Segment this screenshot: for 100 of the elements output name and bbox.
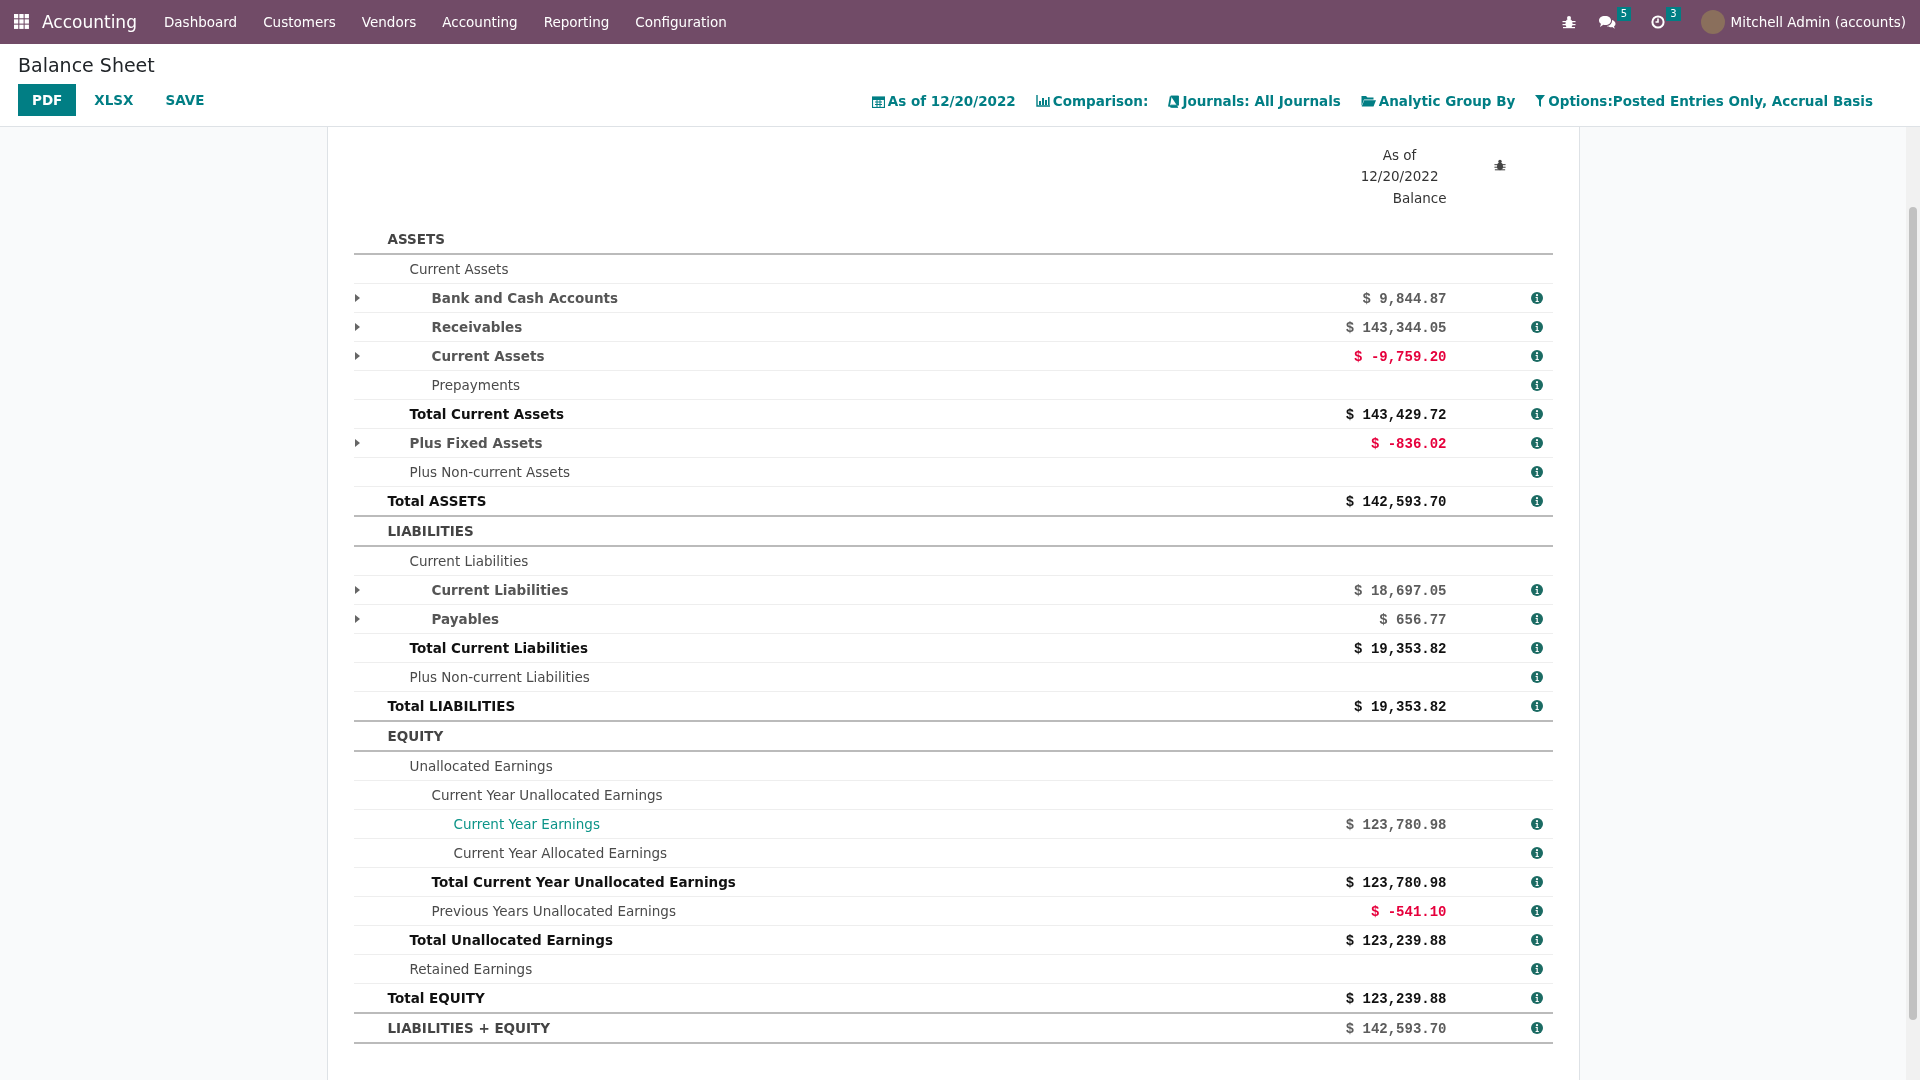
info-icon[interactable] <box>1530 408 1543 420</box>
menu-item[interactable]: Reporting <box>530 14 623 30</box>
info-icon[interactable] <box>1530 963 1543 975</box>
line-label: Current Year Allocated Earnings <box>453 845 668 861</box>
amount-cell: $ 656.77 <box>1379 611 1447 628</box>
message-count: 5 <box>1616 7 1632 21</box>
bar-chart-icon <box>1035 95 1050 107</box>
info-icon[interactable] <box>1530 613 1543 625</box>
activity-count: 3 <box>1666 7 1681 21</box>
info-icon[interactable] <box>1530 495 1543 507</box>
info-icon[interactable] <box>1530 671 1543 683</box>
calendar-icon <box>871 94 885 108</box>
menu-item[interactable]: Customers <box>250 14 349 30</box>
bug-icon[interactable] <box>1493 159 1506 171</box>
total-label: Total Current Assets <box>409 406 564 422</box>
chat-icon[interactable] <box>1597 15 1616 29</box>
info-icon[interactable] <box>1530 642 1543 654</box>
amount-cell: $ 123,780.98 <box>1345 816 1447 833</box>
account-label[interactable]: Current Liabilities <box>431 582 569 598</box>
expand-caret-icon[interactable] <box>355 615 360 623</box>
amount-cell: $ 123,239.88 <box>1345 990 1447 1007</box>
amount-cell: $ 18,697.05 <box>1354 582 1447 599</box>
account-label[interactable]: Receivables <box>431 319 523 335</box>
info-icon[interactable] <box>1530 992 1543 1004</box>
folder-icon <box>1360 95 1376 107</box>
account-label[interactable]: Current Assets <box>431 348 545 364</box>
amount-cell: $ -9,759.20 <box>1354 348 1447 365</box>
section-heading: EQUITY <box>387 728 444 744</box>
total-label: Total Current Year Unallocated Earnings <box>431 874 736 890</box>
pdf-button[interactable]: PDF <box>18 84 77 116</box>
bug-icon[interactable] <box>1561 15 1576 29</box>
group-label: Current Assets <box>409 261 509 277</box>
info-icon[interactable] <box>1530 292 1543 304</box>
filter-dropdown[interactable]: Comparison: <box>1052 93 1149 109</box>
info-icon[interactable] <box>1530 584 1543 596</box>
expand-caret-icon[interactable] <box>355 294 360 302</box>
info-icon[interactable] <box>1530 466 1543 478</box>
amount-cell: $ 143,344.05 <box>1345 319 1447 336</box>
total-label: Total EQUITY <box>387 990 485 1006</box>
amount-cell: $ 142,593.70 <box>1345 493 1447 510</box>
menu-item[interactable]: Dashboard <box>150 14 251 30</box>
export-button[interactable]: XLSX <box>80 84 148 116</box>
amount-cell: $ 123,239.88 <box>1345 932 1447 949</box>
amount-cell: $ 9,844.87 <box>1362 290 1447 307</box>
total-label: Total Unallocated Earnings <box>409 932 613 948</box>
clock-icon[interactable] <box>1651 15 1666 29</box>
line-label: Prepayments <box>431 377 521 393</box>
menu-item[interactable]: Vendors <box>348 14 430 30</box>
info-icon[interactable] <box>1530 818 1543 830</box>
total-label: Total LIABILITIES <box>387 698 516 714</box>
account-label[interactable]: Bank and Cash Accounts <box>431 290 619 306</box>
user-name[interactable]: Mitchell Admin (accounts) <box>1730 14 1906 30</box>
filter-dropdown[interactable]: As of 12/20/2022 <box>887 93 1016 109</box>
line-label: Previous Years Unallocated Earnings <box>431 903 676 919</box>
expand-caret-icon[interactable] <box>355 352 360 360</box>
app-name[interactable]: Accounting <box>42 12 137 32</box>
scrollbar[interactable] <box>1906 127 1920 1080</box>
apps-grid-icon[interactable] <box>14 14 30 30</box>
expand-caret-icon[interactable] <box>355 323 360 331</box>
info-icon[interactable] <box>1530 1022 1543 1034</box>
info-icon[interactable] <box>1530 379 1543 391</box>
line-link[interactable]: Current Year Earnings <box>453 816 600 832</box>
expand-caret-icon[interactable] <box>355 439 360 447</box>
menu-item[interactable]: Configuration <box>622 14 740 30</box>
info-icon[interactable] <box>1530 847 1543 859</box>
account-label[interactable]: Plus Fixed Assets <box>409 435 543 451</box>
column-date: As of <box>1382 146 1417 165</box>
group-label: Unallocated Earnings <box>409 758 553 774</box>
menu-item[interactable]: Accounting <box>429 14 531 30</box>
line-label: Plus Non-current Assets <box>409 464 570 480</box>
amount-cell: $ -541.10 <box>1370 903 1447 920</box>
expand-caret-icon[interactable] <box>355 586 360 594</box>
filter-dropdown[interactable]: Options:Posted Entries Only, Accrual Basis <box>1548 93 1873 109</box>
amount-cell: $ 142,593.70 <box>1345 1020 1447 1037</box>
export-button[interactable]: SAVE <box>151 84 219 116</box>
section-heading: LIABILITIES <box>387 523 474 539</box>
filter-icon <box>1535 95 1546 107</box>
group-label: Current Year Unallocated Earnings <box>431 787 663 803</box>
info-icon[interactable] <box>1530 700 1543 712</box>
total-label: Total Current Liabilities <box>409 640 588 656</box>
amount-cell: $ 123,780.98 <box>1345 874 1447 891</box>
filter-dropdown[interactable]: Analytic Group By <box>1378 93 1516 109</box>
info-icon[interactable] <box>1530 321 1543 333</box>
amount-cell: $ 143,429.72 <box>1345 406 1447 423</box>
info-icon[interactable] <box>1530 437 1543 449</box>
info-icon[interactable] <box>1530 905 1543 917</box>
info-icon[interactable] <box>1530 876 1543 888</box>
info-icon[interactable] <box>1530 934 1543 946</box>
page-title: Balance Sheet <box>18 54 156 76</box>
line-label: Retained Earnings <box>409 961 533 977</box>
account-label[interactable]: Payables <box>431 611 500 627</box>
column-heading: Balance <box>1392 189 1447 208</box>
amount-cell: $ -836.02 <box>1370 435 1447 452</box>
column-date: 12/20/2022 <box>1360 167 1439 186</box>
filter-dropdown[interactable]: Journals: All Journals <box>1182 93 1341 109</box>
info-icon[interactable] <box>1530 350 1543 362</box>
group-label: Current Liabilities <box>409 553 529 569</box>
amount-cell: $ 19,353.82 <box>1354 698 1447 715</box>
book-icon <box>1168 94 1180 108</box>
section-heading: ASSETS <box>387 231 445 247</box>
